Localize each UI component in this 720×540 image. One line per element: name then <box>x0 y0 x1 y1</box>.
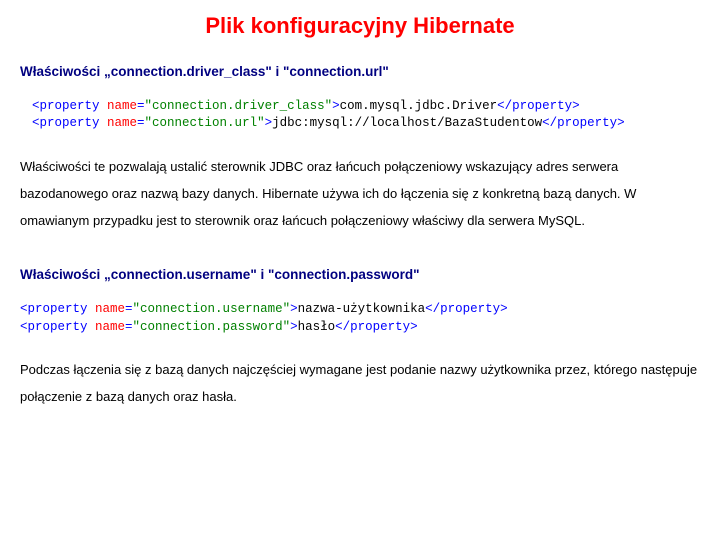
code-token: </property> <box>425 302 508 316</box>
code-token: > <box>290 320 298 334</box>
code-token: "connection.password" <box>133 320 291 334</box>
code-token: <property <box>32 99 107 113</box>
code-token: name <box>95 320 125 334</box>
code-token: = <box>137 116 145 130</box>
code-token: = <box>125 302 133 316</box>
code-token: </property> <box>497 99 580 113</box>
code-token: com.mysql.jdbc.Driver <box>340 99 498 113</box>
code-token: hasło <box>298 320 336 334</box>
code-token: <property <box>20 320 95 334</box>
code-token: name <box>107 99 137 113</box>
code-token: = <box>125 320 133 334</box>
code-token: "connection.driver_class" <box>145 99 333 113</box>
code-token: = <box>137 99 145 113</box>
code-token: > <box>265 116 273 130</box>
section1-codeblock: <property name="connection.driver_class"… <box>32 98 700 133</box>
code-token: <property <box>20 302 95 316</box>
section1-heading: Właściwości „connection.driver_class" i … <box>20 60 700 84</box>
code-token: > <box>290 302 298 316</box>
code-token: nazwa-użytkownika <box>298 302 426 316</box>
code-token: <property <box>32 116 107 130</box>
code-token: name <box>95 302 125 316</box>
code-token: name <box>107 116 137 130</box>
slide-page: Plik konfiguracyjny Hibernate Właściwośc… <box>0 0 720 459</box>
section2-codeblock: <property name="connection.username">naz… <box>20 301 700 336</box>
code-token: jdbc:mysql://localhost/BazaStudentow <box>272 116 542 130</box>
section2-paragraph: Podczas łączenia się z bazą danych najcz… <box>20 356 700 411</box>
code-token: > <box>332 99 340 113</box>
page-title: Plik konfiguracyjny Hibernate <box>20 6 700 46</box>
code-token: </property> <box>335 320 418 334</box>
code-token: "connection.url" <box>145 116 265 130</box>
code-token: "connection.username" <box>133 302 291 316</box>
section2-heading: Właściwości „connection.username" i "con… <box>20 263 700 287</box>
code-token: </property> <box>542 116 625 130</box>
section1-paragraph: Właściwości te pozwalają ustalić sterown… <box>20 153 700 235</box>
